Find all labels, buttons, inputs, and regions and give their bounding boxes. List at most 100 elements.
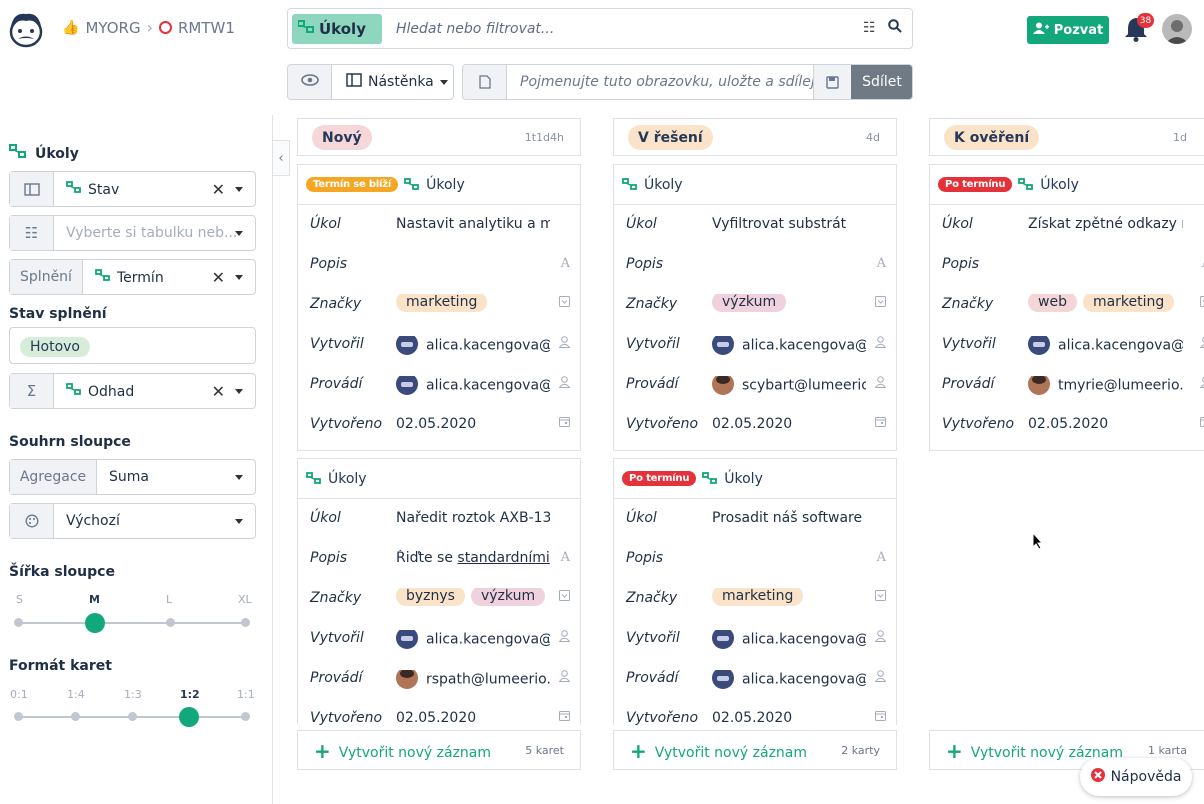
search-icon[interactable] — [888, 19, 902, 37]
tags-value[interactable]: marketing — [396, 294, 550, 312]
save-icon[interactable] — [813, 65, 851, 99]
assignee-value[interactable]: rspath@lumeerio. — [396, 670, 550, 689]
group-by-select[interactable]: Stav ✕ — [9, 171, 256, 207]
creator-value[interactable]: alica.kacengova@ — [396, 630, 550, 649]
task-value[interactable]: Získat zpětné odkazy na — [1028, 216, 1183, 232]
list-icon[interactable]: ☷ — [863, 20, 876, 36]
task-value[interactable]: Naředit roztok AXB-13 — [396, 510, 550, 526]
card-collection-label: Úkoly — [644, 176, 683, 193]
clear-icon[interactable]: ✕ — [212, 268, 225, 287]
description-row-label: Popis — [626, 256, 664, 272]
share-button[interactable]: Sdílet — [851, 65, 912, 99]
task-value[interactable]: Prosadit náš software pr — [712, 510, 866, 526]
tags-row-label: Značky — [310, 296, 362, 312]
format-slider[interactable]: 0:1 1:4 1:3 1:2 1:1 — [0, 685, 272, 727]
text-icon: A — [876, 256, 886, 271]
tag-chip: výzkum — [712, 294, 787, 312]
created-value[interactable]: 02.05.2020 — [712, 416, 866, 432]
format-option: 0:1 — [10, 688, 28, 701]
record-card[interactable]: Po termínu Úkoly Úkol Prosadit náš software… — [613, 458, 897, 725]
created-value[interactable]: 02.05.2020 — [1028, 416, 1183, 432]
user-avatar — [396, 336, 418, 355]
slider-dot[interactable] — [166, 618, 175, 627]
collapse-sidebar-button[interactable]: ‹ — [273, 140, 290, 176]
creator-email: alica.kacengova@ — [742, 631, 866, 648]
creator-value[interactable]: alica.kacengova@ — [396, 336, 550, 355]
new-record-button[interactable]: + Vytvořit nový záznam — [314, 739, 491, 763]
search-box[interactable]: Úkoly Hledat nebo filtrovat... ☷ — [287, 8, 913, 49]
assignee-value[interactable]: alica.kacengova@ — [396, 376, 550, 395]
sort-select[interactable]: ☷ Vyberte si tabulku neb... — [9, 215, 256, 251]
caret-down-icon — [439, 79, 448, 85]
record-card[interactable]: Úkoly Úkol Naředit roztok AXB-13 Popis Řiďte… — [297, 458, 581, 725]
creator-value[interactable]: alica.kacengova@ — [1028, 336, 1183, 355]
user-avatar — [712, 376, 734, 395]
assignee-value[interactable]: tmyrie@lumeerio. — [1028, 376, 1183, 395]
due-date-select[interactable]: Splnění Termín ✕ — [9, 259, 256, 295]
created-value[interactable]: 02.05.2020 — [712, 710, 866, 725]
clear-icon[interactable]: ✕ — [212, 382, 225, 401]
user-avatar — [396, 630, 418, 649]
state-badge[interactable]: K ověření — [944, 125, 1040, 150]
record-card[interactable]: Úkoly Úkol Vyfiltrovat substrát Popis A Značk… — [613, 164, 897, 451]
done-state-input[interactable]: Hotovo — [9, 327, 256, 364]
created-row-label: Vytvořeno — [310, 710, 383, 725]
slider-knob[interactable] — [85, 613, 105, 633]
slider-dot[interactable] — [14, 712, 23, 721]
description-row-label: Popis — [942, 256, 980, 272]
created-value[interactable]: 02.05.2020 — [396, 416, 550, 432]
creator-row-label: Vytvořil — [310, 336, 364, 352]
invite-label: Pozvat — [1053, 22, 1104, 38]
user-avatar[interactable] — [1162, 14, 1192, 44]
created-row: Vytvořeno 02.05.2020 — [614, 405, 896, 445]
tags-value[interactable]: byznys výzkum — [396, 588, 550, 606]
new-record-button[interactable]: + Vytvořit nový záznam — [630, 739, 807, 763]
slider-dot[interactable] — [241, 618, 250, 627]
slider-knob[interactable] — [179, 707, 199, 727]
aggregation-value: Suma — [109, 469, 149, 485]
creator-row: Vytvořil alica.kacengova@ — [930, 325, 1204, 365]
tags-row: Značky byznys výzkum — [298, 579, 580, 619]
creator-row-label: Vytvořil — [310, 630, 364, 646]
tags-row-label: Značky — [942, 296, 994, 312]
search-placeholder[interactable]: Hledat nebo filtrovat... — [396, 21, 554, 37]
state-badge[interactable]: V řešení — [628, 125, 713, 150]
view-dropdown[interactable]: Nástěnka — [331, 64, 454, 100]
created-value[interactable]: 02.05.2020 — [396, 710, 550, 725]
record-card[interactable]: Po termínu Úkoly Úkol Získat zpětné odkazy … — [929, 164, 1204, 451]
tags-value[interactable]: výzkum — [712, 294, 866, 312]
description-value[interactable]: Řiďte se standardními — [396, 550, 550, 566]
visibility-toggle[interactable] — [287, 64, 331, 100]
tags-value[interactable]: marketing — [712, 588, 866, 606]
group-by-value: Stav — [66, 181, 119, 198]
record-card[interactable]: Termín se blíží Úkoly Úkol Nastavit analyti… — [297, 164, 581, 451]
default-select[interactable]: Výchozí — [9, 503, 256, 539]
state-badge[interactable]: Nový — [312, 125, 372, 150]
task-row-label: Úkol — [310, 510, 341, 526]
perspective-name-input[interactable]: Pojmenujte tuto obrazovku, uložte a sdíl… — [520, 74, 835, 90]
width-slider[interactable]: S M L XL — [0, 591, 272, 633]
tags-value[interactable]: web marketing — [1028, 294, 1183, 312]
task-value[interactable]: Vyfiltrovat substrát — [712, 216, 866, 232]
creator-value[interactable]: alica.kacengova@ — [712, 630, 866, 649]
sum-field-select[interactable]: Σ Odhad ✕ — [9, 373, 256, 409]
assignee-value[interactable]: scybart@lumeerio — [712, 376, 866, 395]
breadcrumb-org[interactable]: MYORG — [85, 19, 140, 37]
collection-chip[interactable]: Úkoly — [292, 14, 382, 44]
user-avatar — [712, 336, 734, 355]
breadcrumb-project[interactable]: RMTW1 — [178, 19, 235, 37]
aggregation-select[interactable]: Agregace Suma — [9, 459, 256, 495]
description-link[interactable]: standardními — [457, 550, 549, 566]
slider-dot[interactable] — [71, 712, 80, 721]
task-value[interactable]: Nastavit analytiku a moni — [396, 216, 550, 232]
app-logo[interactable] — [8, 10, 44, 48]
assignee-value[interactable]: alica.kacengova@ — [712, 670, 866, 689]
creator-value[interactable]: alica.kacengova@ — [712, 336, 866, 355]
select-icon — [559, 296, 570, 311]
slider-dot[interactable] — [128, 712, 137, 721]
slider-dot[interactable] — [14, 618, 23, 627]
clear-icon[interactable]: ✕ — [212, 180, 225, 199]
invite-button[interactable]: Pozvat — [1027, 16, 1109, 44]
help-button[interactable]: Nápověda — [1080, 758, 1192, 796]
slider-dot[interactable] — [241, 712, 250, 721]
